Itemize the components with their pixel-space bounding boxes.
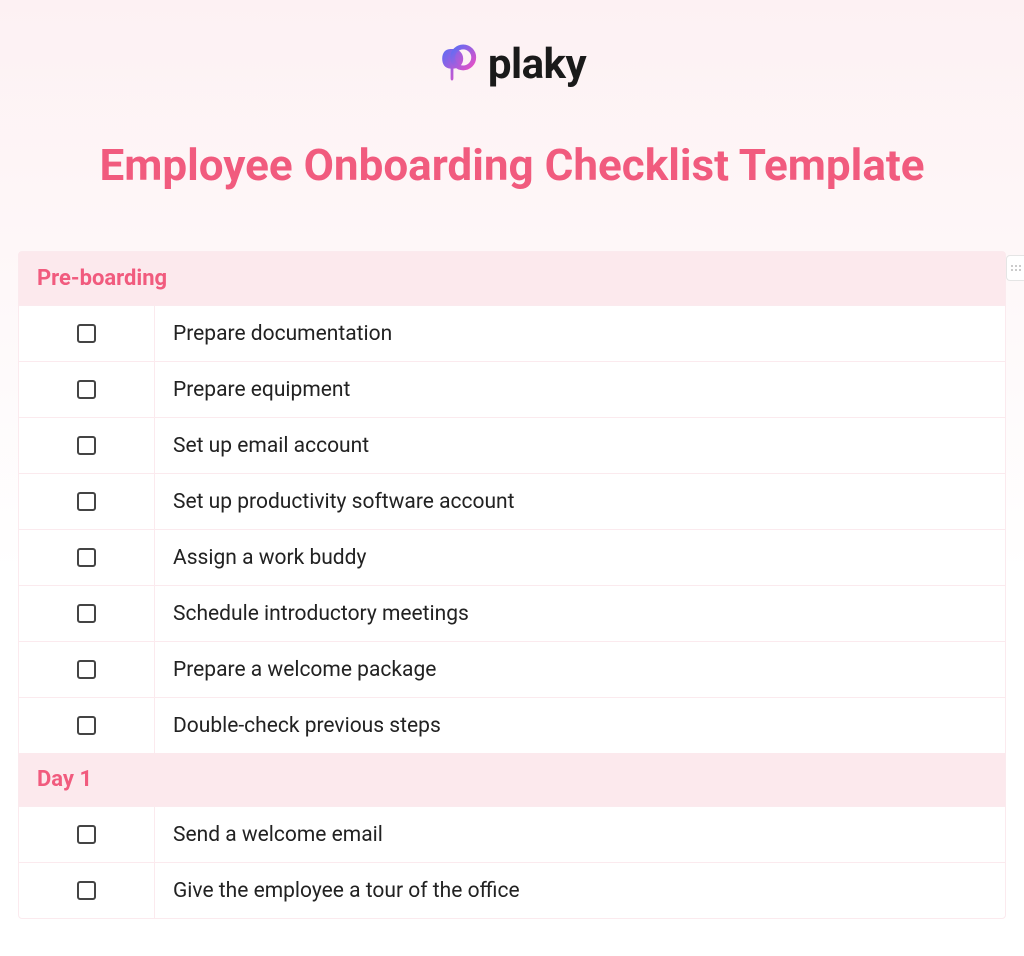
brand-logo: plaky — [438, 40, 586, 89]
list-item: Prepare equipment — [19, 361, 1005, 417]
logo-area: plaky — [0, 0, 1024, 119]
checkbox[interactable] — [77, 380, 96, 399]
checklist-container: Pre-boarding Prepare documentation Prepa… — [18, 251, 1006, 919]
checkbox-cell — [19, 530, 155, 585]
checkbox[interactable] — [77, 324, 96, 343]
item-label: Prepare equipment — [155, 364, 1005, 416]
checkbox-cell — [19, 586, 155, 641]
list-item: Set up email account — [19, 417, 1005, 473]
checkbox-cell — [19, 362, 155, 417]
list-item: Send a welcome email — [19, 806, 1005, 862]
section-header: Day 1 — [19, 753, 1005, 806]
item-label: Prepare a welcome package — [155, 644, 1005, 696]
plaky-logo-icon — [438, 42, 480, 88]
checkbox[interactable] — [77, 436, 96, 455]
list-item: Give the employee a tour of the office — [19, 862, 1005, 918]
list-item: Prepare documentation — [19, 305, 1005, 361]
drag-handle-icon[interactable] — [1006, 255, 1024, 281]
item-label: Set up email account — [155, 420, 1005, 472]
checkbox-cell — [19, 698, 155, 753]
list-item: Set up productivity software account — [19, 473, 1005, 529]
list-item: Prepare a welcome package — [19, 641, 1005, 697]
checkbox[interactable] — [77, 660, 96, 679]
checkbox-cell — [19, 807, 155, 862]
checkbox[interactable] — [77, 716, 96, 735]
checkbox[interactable] — [77, 548, 96, 567]
section-header: Pre-boarding — [19, 252, 1005, 305]
item-label: Double-check previous steps — [155, 700, 1005, 752]
checkbox[interactable] — [77, 492, 96, 511]
checkbox[interactable] — [77, 825, 96, 844]
list-item: Double-check previous steps — [19, 697, 1005, 753]
list-item: Assign a work buddy — [19, 529, 1005, 585]
checkbox-cell — [19, 863, 155, 918]
item-label: Give the employee a tour of the office — [155, 865, 1005, 917]
checkbox-cell — [19, 642, 155, 697]
item-label: Set up productivity software account — [155, 476, 1005, 528]
list-item: Schedule introductory meetings — [19, 585, 1005, 641]
item-label: Prepare documentation — [155, 308, 1005, 360]
item-label: Send a welcome email — [155, 809, 1005, 861]
page-title: Employee Onboarding Checklist Template — [0, 139, 1024, 191]
checkbox-cell — [19, 474, 155, 529]
checkbox-cell — [19, 306, 155, 361]
item-label: Assign a work buddy — [155, 532, 1005, 584]
brand-name: plaky — [488, 40, 586, 89]
item-label: Schedule introductory meetings — [155, 588, 1005, 640]
checkbox[interactable] — [77, 604, 96, 623]
checkbox[interactable] — [77, 881, 96, 900]
checkbox-cell — [19, 418, 155, 473]
